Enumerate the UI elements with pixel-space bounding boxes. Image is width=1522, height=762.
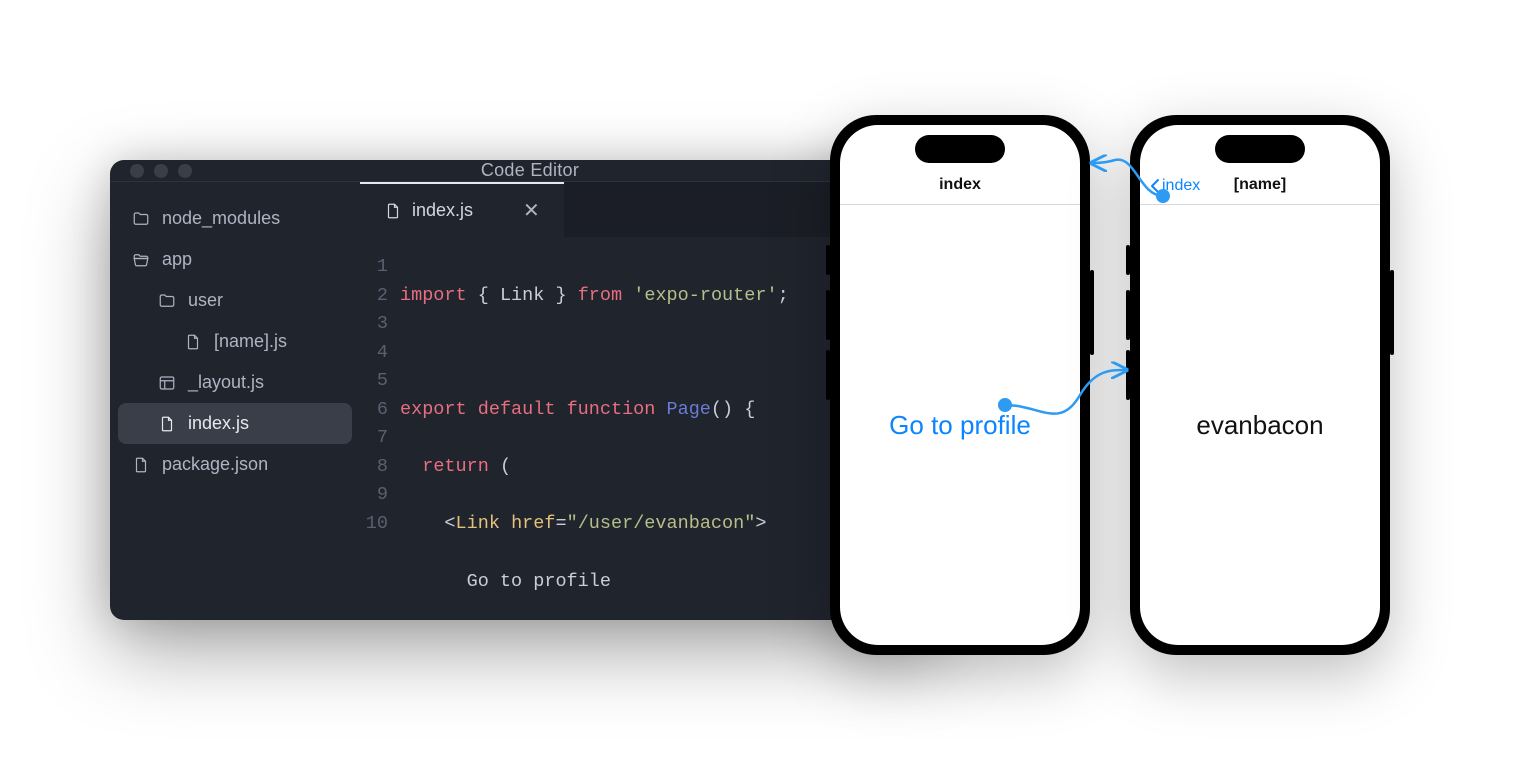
file-icon <box>384 202 402 220</box>
window-close-dot[interactable] <box>130 164 144 178</box>
go-to-profile-link[interactable]: Go to profile <box>889 410 1031 441</box>
folder-open-icon <box>132 251 150 269</box>
editor-titlebar: Code Editor <box>110 160 940 182</box>
file-tree-label: node_modules <box>162 208 280 229</box>
window-controls[interactable] <box>130 164 192 178</box>
profile-name: evanbacon <box>1196 410 1323 441</box>
phone-navbar: index [name] <box>1140 125 1380 205</box>
chevron-left-icon <box>1150 178 1160 194</box>
folder-icon <box>132 210 150 228</box>
editor-title: Code Editor <box>192 160 868 181</box>
file-tree-label: package.json <box>162 454 268 475</box>
file-tree-label: [name].js <box>214 331 287 352</box>
file-tree: node_modules app user [name].js _layout.… <box>110 182 360 620</box>
phone-index: index Go to profile <box>830 115 1090 655</box>
nav-title: index <box>939 176 981 194</box>
file-icon <box>158 415 176 433</box>
file-tree-label: app <box>162 249 192 270</box>
window-zoom-dot[interactable] <box>178 164 192 178</box>
phone-profile-screen: index [name] evanbacon <box>1140 125 1380 645</box>
code-editor-window: Code Editor node_modules app user [name]… <box>110 160 940 620</box>
editor-tab-index-js[interactable]: index.js ✕ <box>360 182 564 237</box>
file-tree-item-index-js[interactable]: index.js <box>118 403 352 444</box>
file-icon <box>184 333 202 351</box>
file-tree-item-user[interactable]: user <box>118 280 352 321</box>
file-tree-item-package-json[interactable]: package.json <box>118 444 352 485</box>
file-tree-label: _layout.js <box>188 372 264 393</box>
close-icon[interactable]: ✕ <box>523 198 540 223</box>
file-tree-item-node-modules[interactable]: node_modules <box>118 198 352 239</box>
line-gutter: 1 2 3 4 5 6 7 8 9 10 <box>360 253 400 620</box>
file-tree-label: user <box>188 290 223 311</box>
phone-index-screen: index Go to profile <box>840 125 1080 645</box>
back-label: index <box>1162 177 1200 195</box>
window-minimize-dot[interactable] <box>154 164 168 178</box>
file-tree-item-layout-js[interactable]: _layout.js <box>118 362 352 403</box>
phone-navbar: index <box>840 125 1080 205</box>
file-icon <box>132 456 150 474</box>
nav-title: [name] <box>1234 176 1286 194</box>
back-button[interactable]: index <box>1150 177 1200 195</box>
layout-icon <box>158 374 176 392</box>
phone-profile: index [name] evanbacon <box>1130 115 1390 655</box>
folder-icon <box>158 292 176 310</box>
file-tree-item-app[interactable]: app <box>118 239 352 280</box>
file-tree-item-name-js[interactable]: [name].js <box>118 321 352 362</box>
editor-tab-label: index.js <box>412 200 473 221</box>
file-tree-label: index.js <box>188 413 249 434</box>
